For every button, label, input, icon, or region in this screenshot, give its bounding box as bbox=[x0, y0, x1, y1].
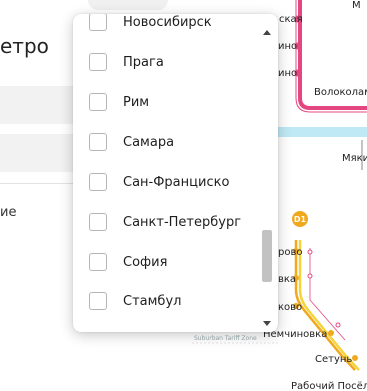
city-label: Санкт-Петербург bbox=[123, 214, 242, 230]
city-list: Новосибирск Прага Рим Самара Сан-Францис… bbox=[73, 14, 263, 332]
tariff-zone-label: Suburban Tariff Zone bbox=[194, 335, 257, 342]
station-dot[interactable] bbox=[307, 273, 313, 279]
station-label[interactable]: Рабочий Посёл bbox=[291, 381, 367, 391]
city-label: Самара bbox=[123, 134, 175, 150]
checkbox[interactable] bbox=[89, 133, 107, 151]
checkbox[interactable] bbox=[89, 292, 107, 310]
station-dot[interactable] bbox=[328, 330, 334, 336]
station-dot[interactable] bbox=[307, 249, 313, 255]
scroll-down-icon[interactable] bbox=[263, 321, 271, 326]
station-label[interactable]: Волоколам bbox=[314, 87, 367, 98]
checkbox[interactable] bbox=[89, 253, 107, 271]
city-option[interactable]: Новосибирск bbox=[73, 14, 263, 42]
route-badge-label: D1 bbox=[294, 215, 307, 224]
city-option[interactable]: Сан-Франциско bbox=[73, 162, 263, 202]
yellow-line bbox=[298, 240, 360, 371]
city-option[interactable]: София bbox=[73, 242, 263, 282]
settings-option-label: ие bbox=[0, 205, 17, 220]
city-option[interactable]: Самара bbox=[73, 122, 263, 162]
city-option[interactable]: Рим bbox=[73, 82, 263, 122]
station-label[interactable]: Мяки bbox=[342, 153, 367, 164]
scrollbar-thumb[interactable] bbox=[262, 230, 272, 282]
city-dropdown[interactable]: Новосибирск Прага Рим Самара Сан-Францис… bbox=[73, 14, 278, 332]
city-option[interactable]: Санкт-Петербург bbox=[73, 202, 263, 242]
dropdown-scrollbar[interactable] bbox=[261, 30, 273, 326]
city-label: Сан-Франциско bbox=[123, 174, 230, 190]
panel-title: етро bbox=[0, 34, 49, 58]
city-label: Стамбул bbox=[123, 293, 182, 309]
scroll-up-icon[interactable] bbox=[263, 30, 271, 35]
station-label[interactable]: ино bbox=[278, 41, 297, 52]
city-label: Прага bbox=[123, 54, 164, 70]
checkbox[interactable] bbox=[89, 173, 107, 191]
checkbox[interactable] bbox=[89, 53, 107, 71]
station-label[interactable]: Сетунь bbox=[315, 354, 352, 365]
checkbox[interactable] bbox=[89, 213, 107, 231]
station-dot[interactable] bbox=[352, 355, 358, 361]
city-option[interactable]: Прага bbox=[73, 42, 263, 82]
top-tab-chip[interactable] bbox=[88, 0, 168, 10]
city-label: Новосибирск bbox=[123, 14, 212, 30]
city-option[interactable]: Стамбул bbox=[73, 281, 263, 321]
station-label[interactable]: ино bbox=[278, 68, 297, 79]
station-label[interactable]: ково bbox=[278, 302, 302, 313]
station-label[interactable]: рово bbox=[278, 247, 302, 258]
checkbox[interactable] bbox=[89, 14, 107, 31]
station-label[interactable]: ская bbox=[279, 14, 303, 25]
checkbox[interactable] bbox=[89, 93, 107, 111]
city-label: София bbox=[123, 254, 168, 270]
city-label: Рим bbox=[123, 94, 150, 110]
station-dot[interactable] bbox=[335, 322, 341, 328]
station-label[interactable]: вка bbox=[278, 274, 296, 285]
station-label[interactable]: М bbox=[352, 0, 361, 11]
